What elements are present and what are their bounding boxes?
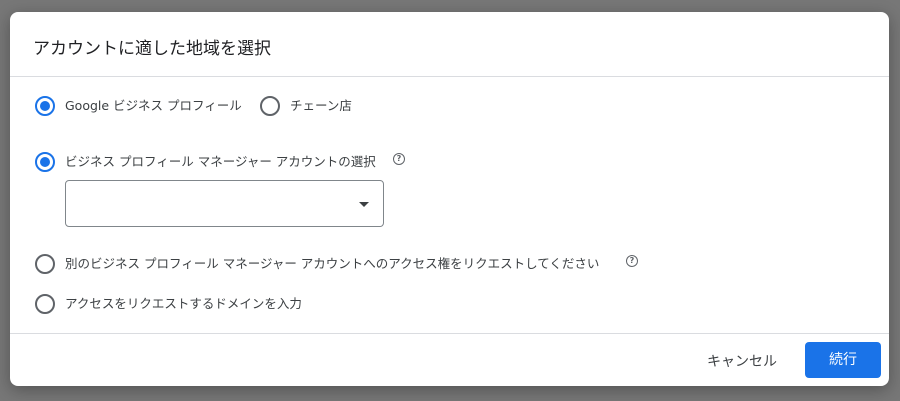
continue-button[interactable]: 続行 (805, 342, 881, 378)
help-circle-icon[interactable]: ? (393, 153, 405, 165)
radio-chain-store[interactable] (260, 96, 280, 116)
radio-request-access[interactable] (35, 254, 55, 274)
radio-enter-domain[interactable] (35, 294, 55, 314)
dialog-title: アカウントに適した地域を選択 (33, 39, 271, 59)
help-circle-icon[interactable]: ? (626, 255, 638, 267)
radio-google-business-profile[interactable] (35, 96, 55, 116)
select-region-dialog: アカウントに適した地域を選択 Google ビジネス プロフィール チェーン店 … (10, 12, 889, 386)
cancel-button[interactable]: キャンセル (707, 349, 777, 375)
radio-enter-domain-label: アクセスをリクエストするドメインを入力 (65, 296, 302, 311)
header-divider (10, 76, 889, 77)
radio-request-access-label: 別のビジネス プロフィール マネージャー アカウントへのアクセス権をリクエストし… (65, 256, 600, 271)
arrow-drop-down-icon (359, 202, 369, 207)
radio-select-account-label: ビジネス プロフィール マネージャー アカウントの選択 (65, 154, 376, 169)
radio-select-account[interactable] (35, 152, 55, 172)
radio-google-business-profile-label: Google ビジネス プロフィール (65, 98, 242, 113)
radio-chain-store-label: チェーン店 (290, 98, 352, 113)
account-select[interactable] (65, 180, 384, 227)
footer-divider (10, 333, 889, 334)
